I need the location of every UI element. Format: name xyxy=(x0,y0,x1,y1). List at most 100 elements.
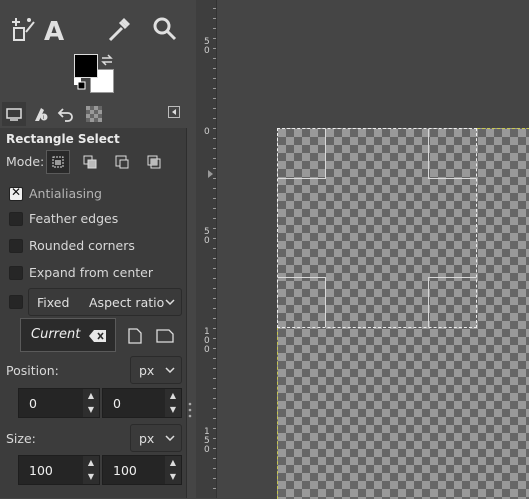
mode-intersect-button[interactable] xyxy=(142,150,166,174)
ruler-tick xyxy=(213,408,216,409)
ruler-tick xyxy=(213,18,216,19)
current-ratio-field[interactable]: Current xyxy=(20,318,116,352)
ruler-tick xyxy=(213,278,216,279)
tool-options-panel: Rectangle Select Mode: Antialiasing Feat… xyxy=(0,128,187,498)
mode-subtract-button[interactable] xyxy=(110,150,134,174)
fixed-mode-dropdown[interactable]: Fixed Aspect ratio xyxy=(28,288,182,316)
ruler-tick xyxy=(213,208,216,209)
position-y-arrows[interactable]: ▲ ▼ xyxy=(165,389,181,417)
color-picker-tool-icon[interactable] xyxy=(104,14,134,44)
images-icon xyxy=(86,106,102,122)
tab-images[interactable] xyxy=(82,102,106,126)
foreground-color-swatch[interactable] xyxy=(74,54,98,78)
ruler-tick xyxy=(213,188,216,189)
swap-colors-icon[interactable] xyxy=(100,54,114,66)
ruler-tick xyxy=(213,248,216,249)
decrement-icon[interactable]: ▼ xyxy=(83,470,99,484)
size-unit-dropdown[interactable]: px xyxy=(130,424,182,452)
selection-handle-top-left[interactable] xyxy=(278,129,326,179)
position-unit-dropdown[interactable]: px xyxy=(130,356,182,384)
increment-icon[interactable]: ▲ xyxy=(165,456,181,470)
landscape-icon[interactable] xyxy=(156,329,174,343)
undo-history-icon xyxy=(57,108,73,122)
default-colors-icon[interactable] xyxy=(74,78,86,90)
ruler-tick xyxy=(213,478,216,479)
ruler-tick xyxy=(213,168,216,169)
panel-grip-icon[interactable] xyxy=(188,402,192,418)
size-height-arrows[interactable]: ▲ ▼ xyxy=(165,456,181,484)
selection-handle-top-right[interactable] xyxy=(428,129,476,179)
clear-icon[interactable] xyxy=(89,329,107,343)
selection-handle-bottom-left[interactable] xyxy=(278,277,326,327)
ruler-tick xyxy=(213,328,216,329)
rounded-corners-checkbox[interactable] xyxy=(9,239,23,253)
mode-label: Mode: xyxy=(6,154,45,169)
tool-options-icon xyxy=(6,108,22,121)
ruler-tick xyxy=(213,88,216,89)
ruler-tick xyxy=(213,48,216,49)
vertical-ruler[interactable] xyxy=(196,0,217,498)
position-x-arrows[interactable]: ▲ ▼ xyxy=(83,389,99,417)
tab-menu-icon[interactable] xyxy=(168,106,180,118)
device-status-icon: i xyxy=(35,108,48,121)
tab-device-status[interactable]: i xyxy=(28,102,52,126)
ruler-tick xyxy=(213,138,216,139)
size-unit-value: px xyxy=(139,431,155,446)
size-width-spinbutton[interactable]: 100 ▲ ▼ xyxy=(18,455,100,485)
ruler-tick xyxy=(213,468,216,469)
portrait-icon[interactable] xyxy=(128,328,142,344)
ruler-tick xyxy=(213,28,216,29)
rectangle-selection[interactable] xyxy=(277,128,477,328)
ruler-tick xyxy=(213,448,216,449)
ruler-tick xyxy=(213,78,216,79)
selection-handle-bottom-right[interactable] xyxy=(428,277,476,327)
tab-tool-options[interactable] xyxy=(2,102,26,126)
ruler-tick xyxy=(213,158,216,159)
increment-icon[interactable]: ▲ xyxy=(83,456,99,470)
size-height-value: 100 xyxy=(113,463,137,478)
mode-replace-icon xyxy=(52,156,64,168)
decrement-icon[interactable]: ▼ xyxy=(83,403,99,417)
fixed-checkbox[interactable] xyxy=(9,295,23,309)
fixed-label: Fixed xyxy=(37,295,70,310)
ruler-label: 100 xyxy=(204,327,210,355)
increment-icon[interactable]: ▲ xyxy=(83,389,99,403)
antialiasing-checkbox[interactable] xyxy=(9,185,23,201)
expand-from-center-checkbox[interactable] xyxy=(9,266,23,280)
mode-subtract-icon xyxy=(115,155,129,169)
toolbox-panel: A i Rectangle Select Mode: ✕ Antialiasin… xyxy=(0,0,192,498)
ruler-tick xyxy=(213,128,216,129)
text-tool-icon[interactable]: A xyxy=(40,14,70,47)
svg-text:i: i xyxy=(43,115,44,121)
position-unit-value: px xyxy=(139,363,155,378)
decrement-icon[interactable]: ▼ xyxy=(165,403,181,417)
ruler-tick xyxy=(213,308,216,309)
ruler-tick xyxy=(213,228,216,229)
ruler-tick xyxy=(213,38,216,39)
size-height-spinbutton[interactable]: 100 ▲ ▼ xyxy=(102,455,182,485)
crop-tool-icon[interactable] xyxy=(8,14,38,44)
decrement-icon[interactable]: ▼ xyxy=(165,470,181,484)
chevron-down-icon xyxy=(165,435,175,441)
ruler-label: 50 xyxy=(204,37,210,56)
mode-add-button[interactable] xyxy=(78,150,102,174)
expand-from-center-label: Expand from center xyxy=(29,265,153,280)
ruler-tick xyxy=(213,338,216,339)
ruler-tick xyxy=(213,118,216,119)
position-x-spinbutton[interactable]: 0 ▲ ▼ xyxy=(18,388,100,418)
mode-add-icon xyxy=(83,155,97,169)
size-label: Size: xyxy=(6,431,36,446)
tool-options-title: Rectangle Select xyxy=(6,132,120,146)
chevron-down-icon xyxy=(165,299,175,305)
antialiasing-label: Antialiasing xyxy=(29,186,102,201)
tab-undo-history[interactable] xyxy=(54,102,78,126)
ruler-tick xyxy=(213,108,216,109)
ruler-tick xyxy=(213,438,216,439)
mode-replace-button[interactable] xyxy=(46,150,70,174)
position-y-spinbutton[interactable]: 0 ▲ ▼ xyxy=(102,388,182,418)
feather-edges-checkbox[interactable] xyxy=(9,212,23,226)
ruler-tick xyxy=(213,458,216,459)
zoom-tool-icon[interactable] xyxy=(150,14,180,44)
increment-icon[interactable]: ▲ xyxy=(165,389,181,403)
size-width-arrows[interactable]: ▲ ▼ xyxy=(83,456,99,484)
